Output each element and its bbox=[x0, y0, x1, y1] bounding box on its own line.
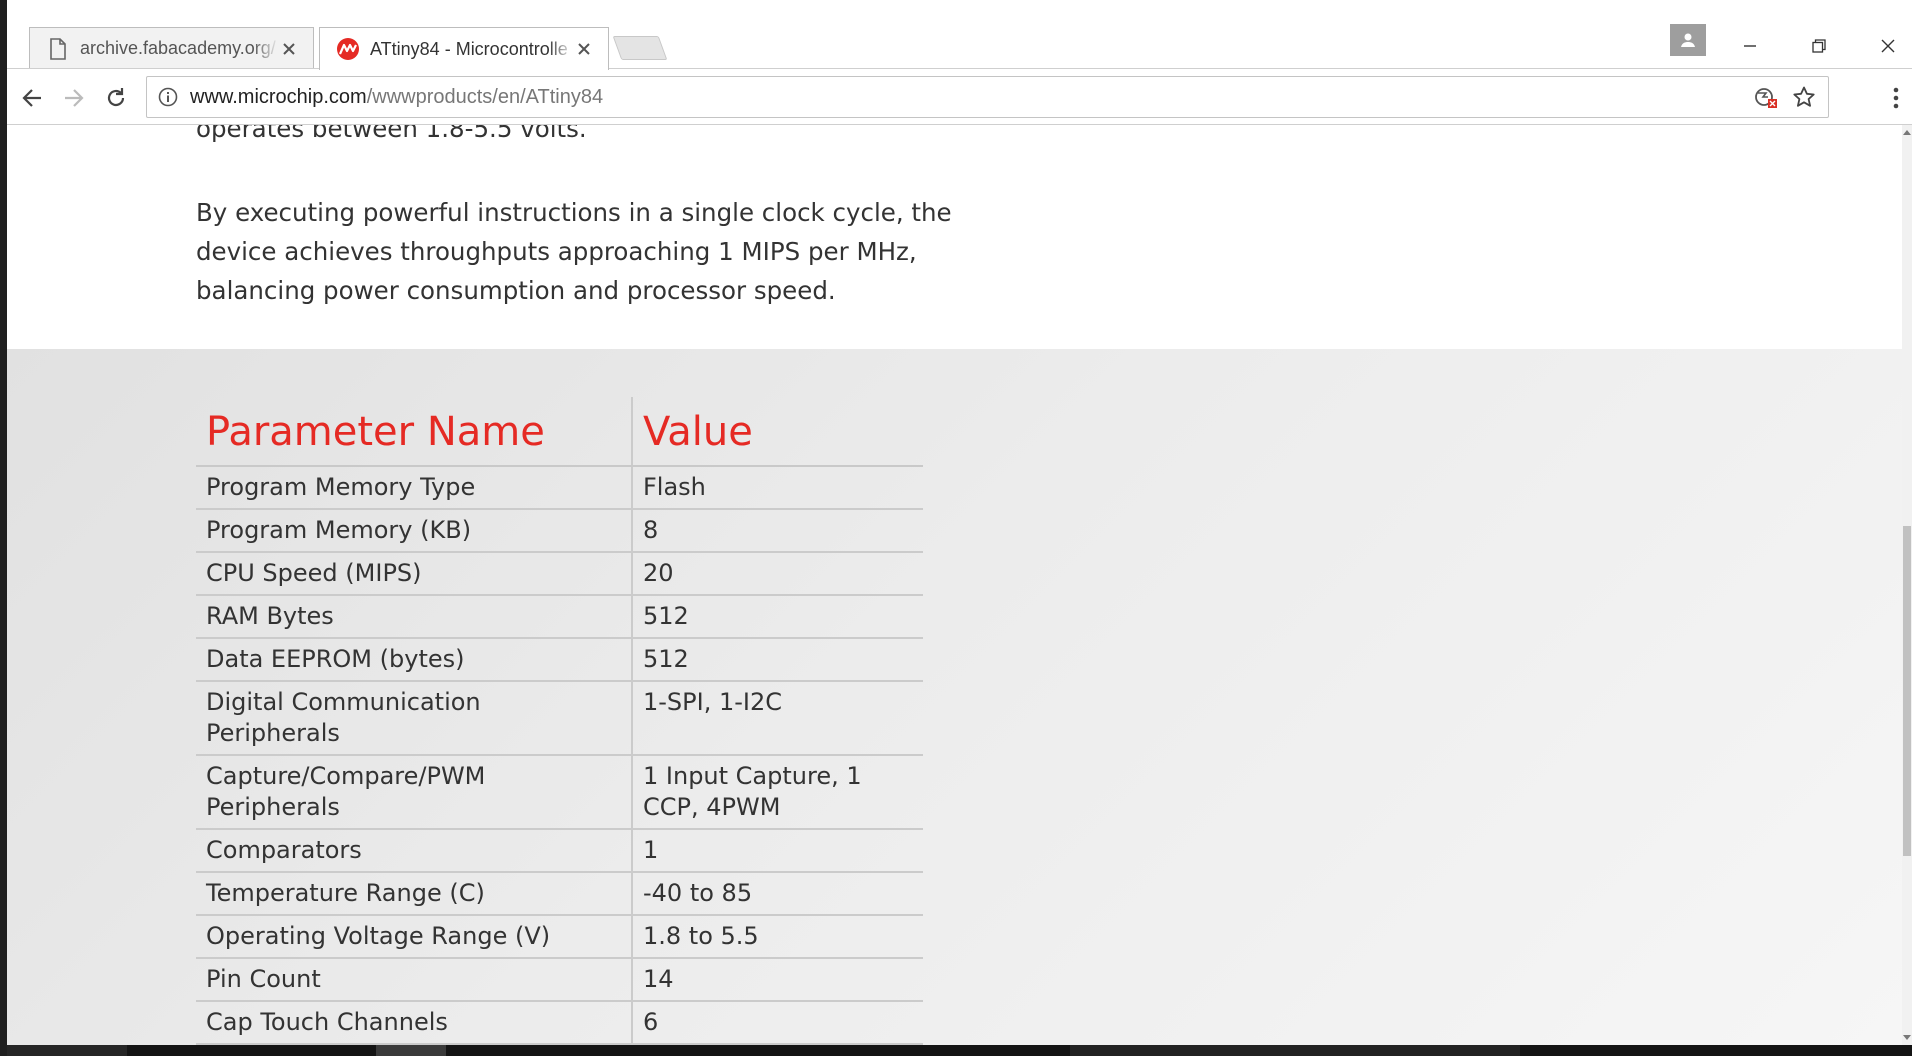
parameter-cell: CPU Speed (MIPS) bbox=[196, 552, 633, 596]
parameter-cell: Digital Communication Peripherals bbox=[196, 681, 633, 756]
description-paragraph: By executing powerful instructions in a … bbox=[196, 193, 1036, 310]
close-icon[interactable] bbox=[279, 39, 299, 59]
taskbar-segment bbox=[7, 1045, 127, 1056]
value-cell: 20 bbox=[632, 552, 923, 596]
value-cell: 512 bbox=[632, 595, 923, 639]
new-tab-button[interactable] bbox=[612, 36, 668, 60]
url-path: /wwwproducts/en/ATtiny84 bbox=[366, 86, 604, 108]
value-cell: Flash bbox=[632, 466, 923, 510]
column-header-parameter: Parameter Name bbox=[196, 397, 633, 467]
parameter-cell: RAM Bytes bbox=[196, 595, 633, 639]
page-icon bbox=[46, 37, 70, 61]
value-cell: 6 bbox=[632, 1001, 923, 1045]
tab-strip: archive.fabacademy.org/ ATtiny84 - Micro… bbox=[7, 0, 1912, 70]
value-cell: 1 bbox=[632, 829, 923, 873]
parameter-cell: Program Memory Type bbox=[196, 466, 633, 510]
vertical-scrollbar[interactable] bbox=[1902, 125, 1912, 1045]
info-icon[interactable] bbox=[158, 87, 178, 107]
value-cell: 14 bbox=[632, 958, 923, 1002]
menu-icon[interactable] bbox=[1887, 83, 1905, 113]
taskbar-segment bbox=[376, 1045, 446, 1056]
value-cell: 8 bbox=[632, 509, 923, 553]
close-window-icon[interactable] bbox=[1868, 30, 1908, 62]
page-content: operates between 1.8-5.5 volts. By execu… bbox=[7, 125, 1902, 1045]
parameter-cell: Program Memory (KB) bbox=[196, 509, 633, 553]
value-cell: 1.8 to 5.5 bbox=[632, 915, 923, 959]
table-row: Capture/Compare/PWM Peripherals 1 Input C… bbox=[196, 755, 923, 830]
restore-icon[interactable] bbox=[1799, 30, 1839, 62]
tab-label: ATtiny84 - Microcontrolle bbox=[370, 38, 574, 60]
forward-icon[interactable] bbox=[57, 81, 91, 115]
table-row: Comparators 1 bbox=[196, 829, 923, 873]
parameter-cell: Operating Voltage Range (V) bbox=[196, 915, 633, 959]
value-cell: 1-SPI, 1-I2C bbox=[632, 681, 923, 756]
bookmark-star-icon[interactable] bbox=[1792, 85, 1816, 109]
column-header-value: Value bbox=[632, 397, 923, 467]
scroll-down-arrow-icon[interactable] bbox=[1902, 1033, 1912, 1043]
tab-label: archive.fabacademy.org/ bbox=[80, 38, 279, 59]
value-cell: 512 bbox=[632, 638, 923, 682]
table-row: Temperature Range (C) -40 to 85 bbox=[196, 872, 923, 916]
description-text: By executing powerful instructions in a … bbox=[196, 198, 952, 305]
table-header-row: Parameter Name Value bbox=[196, 397, 923, 467]
back-icon[interactable] bbox=[15, 81, 49, 115]
description-fragment: operates between 1.8-5.5 volts. bbox=[196, 125, 1036, 148]
parameter-cell: Comparators bbox=[196, 829, 633, 873]
taskbar-segment bbox=[1070, 1045, 1520, 1056]
parameter-cell: Capture/Compare/PWM Peripherals bbox=[196, 755, 633, 830]
scrollbar-thumb[interactable] bbox=[1903, 526, 1911, 856]
table-row: CPU Speed (MIPS) 20 bbox=[196, 552, 923, 596]
url-text[interactable]: www.microchip.com/wwwproducts/en/ATtiny8… bbox=[190, 86, 603, 109]
value-cell: 1 Input Capture, 1 CCP, 4PWM bbox=[632, 755, 923, 830]
tab-attiny84[interactable]: ATtiny84 - Microcontrolle bbox=[319, 27, 609, 70]
microchip-logo-icon bbox=[336, 37, 360, 61]
table-row: Program Memory Type Flash bbox=[196, 466, 923, 510]
table-row: Data EEPROM (bytes) 512 bbox=[196, 638, 923, 682]
minimize-icon[interactable] bbox=[1730, 30, 1770, 62]
taskbar-strip bbox=[0, 1045, 1912, 1056]
window-left-edge bbox=[0, 0, 7, 1056]
parametrics-section: Parameter Name Value Program Memory Type… bbox=[7, 349, 1902, 1045]
description-line: operates between 1.8-5.5 volts. bbox=[196, 125, 587, 143]
table-row: Cap Touch Channels 6 bbox=[196, 1001, 923, 1045]
blocked-extension-icon[interactable] bbox=[1754, 87, 1778, 109]
table-row: Operating Voltage Range (V) 1.8 to 5.5 bbox=[196, 915, 923, 959]
table-row: Program Memory (KB) 8 bbox=[196, 509, 923, 553]
parameter-cell: Cap Touch Channels bbox=[196, 1001, 633, 1045]
url-host: www.microchip.com bbox=[190, 86, 367, 108]
parameter-table: Parameter Name Value Program Memory Type… bbox=[196, 397, 923, 1045]
address-bar[interactable]: www.microchip.com/wwwproducts/en/ATtiny8… bbox=[146, 76, 1829, 118]
table-row: Pin Count 14 bbox=[196, 958, 923, 1002]
browser-toolbar: www.microchip.com/wwwproducts/en/ATtiny8… bbox=[7, 68, 1912, 125]
reload-icon[interactable] bbox=[99, 81, 133, 115]
table-row: RAM Bytes 512 bbox=[196, 595, 923, 639]
table-row: Digital Communication Peripherals 1-SPI, … bbox=[196, 681, 923, 756]
profile-icon[interactable] bbox=[1670, 24, 1706, 56]
parameter-cell: Data EEPROM (bytes) bbox=[196, 638, 633, 682]
close-icon[interactable] bbox=[574, 39, 594, 59]
parameter-cell: Temperature Range (C) bbox=[196, 872, 633, 916]
parameter-cell: Pin Count bbox=[196, 958, 633, 1002]
value-cell: -40 to 85 bbox=[632, 872, 923, 916]
scroll-up-arrow-icon[interactable] bbox=[1902, 127, 1912, 137]
tab-fabacademy[interactable]: archive.fabacademy.org/ bbox=[29, 27, 314, 69]
